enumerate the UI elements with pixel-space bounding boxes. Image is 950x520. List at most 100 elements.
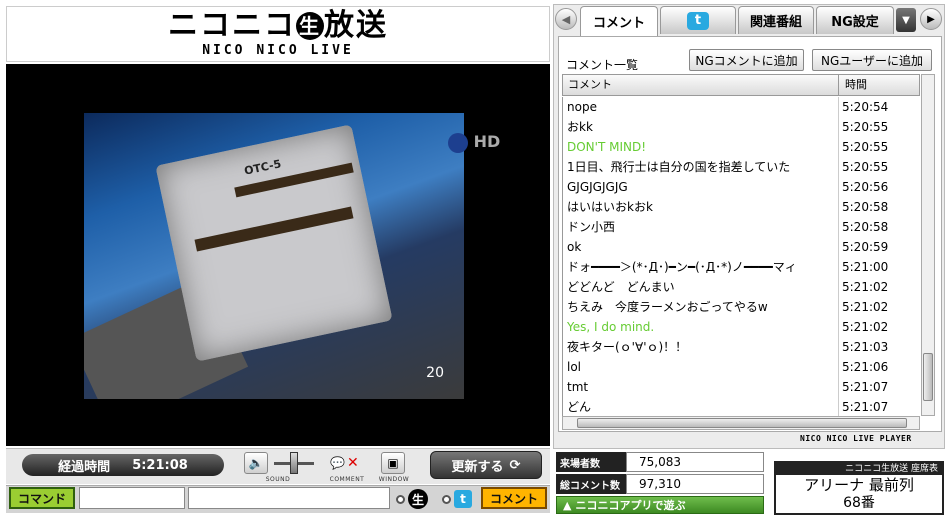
triangle-up-icon: ▲: [563, 498, 572, 512]
table-row[interactable]: ドォ━━━━＞(*･Д･)━ン━(･Д･*)ノ━━━━マィ 5:21:00: [563, 257, 920, 277]
tab-scroll-right-icon[interactable]: ▶: [920, 8, 942, 30]
comment-text: どどんど どんまい: [563, 277, 839, 297]
comment-time: 5:21:00: [842, 260, 889, 274]
table-row[interactable]: ドン小西 5:20:58: [563, 217, 920, 237]
comment-caption: COMMENT: [329, 476, 365, 483]
horizontal-scroll-thumb[interactable]: [577, 418, 907, 428]
table-row[interactable]: 夜キター(ｏ'∀'ｏ)！！ 5:21:03: [563, 337, 920, 357]
comment-text: どん: [563, 397, 839, 417]
comment-text: 1日目、飛行士は自分の国を指差していた: [563, 157, 839, 177]
comment-time: 5:20:59: [842, 240, 889, 254]
table-row[interactable]: どん 5:21:07: [563, 397, 920, 417]
twitter-bird-icon: t: [687, 11, 709, 30]
comment-text: GJGJGJGJG: [563, 177, 839, 197]
column-header-comment[interactable]: コメント: [563, 75, 839, 95]
submit-comment-button[interactable]: コメント: [481, 487, 547, 509]
comment-text: ok: [563, 237, 839, 257]
comment-toggle[interactable]: 💬 ✕: [330, 452, 364, 474]
comments-count-value: 97,310: [626, 474, 764, 494]
column-header-time[interactable]: 時間: [839, 75, 919, 95]
twitter-radio[interactable]: [442, 494, 451, 504]
table-row[interactable]: lol 5:21:06: [563, 357, 920, 377]
command-input[interactable]: [79, 487, 185, 509]
update-label: 更新する: [451, 459, 504, 475]
comment-text: おkk: [563, 117, 839, 137]
comment-time: 5:21:02: [842, 300, 889, 314]
comment-text: 夜キター(ｏ'∀'ｏ)！！: [563, 337, 839, 357]
comment-time: 5:20:55: [842, 160, 889, 174]
tab-comment[interactable]: コメント: [580, 6, 658, 36]
comment-time: 5:20:54: [842, 100, 889, 114]
horizontal-scrollbar[interactable]: [562, 416, 920, 430]
seat-ticket[interactable]: ニコニコ生放送 座席表 アリーナ 最前列 68番: [774, 461, 944, 515]
nama-post-toggle[interactable]: 生: [396, 488, 430, 510]
table-row[interactable]: ok 5:20:59: [563, 237, 920, 257]
table-row[interactable]: GJGJGJGJG 5:20:56: [563, 177, 920, 197]
comment-text: tmt: [563, 377, 839, 397]
nama-icon: 生: [408, 489, 428, 509]
comment-time: 5:20:58: [842, 200, 889, 214]
twitter-post-toggle[interactable]: t: [442, 488, 478, 510]
comment-text: lol: [563, 357, 839, 377]
table-row[interactable]: ちえみ 今度ラーメンおごってやるw 5:21:02: [563, 297, 920, 317]
speaker-icon[interactable]: 🔈: [244, 452, 268, 474]
hd-badge: HD: [448, 132, 508, 154]
comment-time: 5:21:07: [842, 400, 889, 414]
comment-off-x-icon: ✕: [346, 455, 359, 471]
nama-radio[interactable]: [396, 494, 405, 504]
comment-text: Yes, I do mind.: [563, 317, 839, 337]
sound-caption: SOUND: [265, 476, 291, 483]
table-row[interactable]: おkk 5:20:55: [563, 117, 920, 137]
command-button[interactable]: コマンド: [9, 487, 75, 509]
ng-comment-button[interactable]: NGコメントに追加: [689, 49, 804, 71]
comment-text: DON'T MIND!: [563, 137, 839, 157]
app-link-label: ニコニコアプリで遊ぶ: [575, 499, 686, 512]
table-row[interactable]: Yes, I do mind. 5:21:02: [563, 317, 920, 337]
comment-time: 5:21:07: [842, 380, 889, 394]
ticket-number: 68番: [843, 495, 875, 511]
comment-time: 5:21:06: [842, 360, 889, 374]
tab-twitter[interactable]: t: [660, 6, 736, 34]
ng-user-button[interactable]: NGユーザーに追加: [812, 49, 932, 71]
table-row[interactable]: tmt 5:21:07: [563, 377, 920, 397]
comment-time: 5:21:02: [842, 320, 889, 334]
comment-list: nope 5:20:54 おkk 5:20:55 DON'T MIND! 5:20:5…: [562, 97, 920, 417]
tab-related[interactable]: 関連番組: [738, 6, 814, 34]
ticket-header: ニコニコ生放送 座席表: [776, 463, 942, 475]
update-button[interactable]: 更新する ⟳: [430, 451, 542, 479]
elapsed-time-display: 経過時間 5:21:08: [22, 454, 224, 476]
tab-ng-settings[interactable]: NG設定: [816, 6, 894, 34]
table-row[interactable]: 1日目、飛行士は自分の国を指差していた 5:20:55: [563, 157, 920, 177]
window-icon[interactable]: ▣: [381, 452, 405, 474]
ticket-seat: アリーナ 最前列: [804, 476, 914, 494]
table-row[interactable]: DON'T MIND! 5:20:55: [563, 137, 920, 157]
comment-text: nope: [563, 97, 839, 117]
vertical-scrollbar[interactable]: [921, 74, 935, 416]
sound-control[interactable]: 🔈: [244, 452, 268, 474]
nico-app-link[interactable]: ▲ ニコニコアプリで遊ぶ: [556, 496, 764, 514]
comment-text: ドン小西: [563, 217, 839, 237]
comment-input[interactable]: [188, 487, 390, 509]
comment-bubble-icon: 💬: [330, 456, 345, 470]
elapsed-label: 経過時間: [58, 459, 111, 475]
video-frame: OTC-5 20: [84, 113, 464, 399]
chevron-down-icon[interactable]: ▼: [896, 8, 916, 32]
table-row[interactable]: nope 5:20:54: [563, 97, 920, 117]
volume-slider[interactable]: [272, 452, 316, 474]
logo-subtitle: NICO NICO LIVE: [202, 43, 354, 58]
logo-title: ニコニコ生放送: [168, 8, 388, 43]
table-row[interactable]: はいはいおkおk 5:20:58: [563, 197, 920, 217]
table-row[interactable]: どどんど どんまい 5:21:02: [563, 277, 920, 297]
vertical-scroll-thumb[interactable]: [923, 353, 933, 401]
window-control[interactable]: ▣: [381, 452, 405, 474]
volume-handle[interactable]: [290, 452, 298, 474]
nico-live-logo: ニコニコ生放送 NICO NICO LIVE: [6, 6, 550, 62]
nama-circle-icon: 生: [296, 12, 324, 40]
comment-text: ドォ━━━━＞(*･Д･)━ン━(･Д･*)ノ━━━━マィ: [563, 257, 839, 277]
comment-time: 5:21:03: [842, 340, 889, 354]
twitter-icon: t: [454, 490, 472, 508]
tab-scroll-left-icon[interactable]: ◀: [555, 8, 577, 30]
elapsed-value: 5:21:08: [132, 457, 188, 473]
player-label: NICO NICO LIVE PLAYER: [800, 434, 912, 443]
visitors-value: 75,083: [626, 452, 764, 472]
